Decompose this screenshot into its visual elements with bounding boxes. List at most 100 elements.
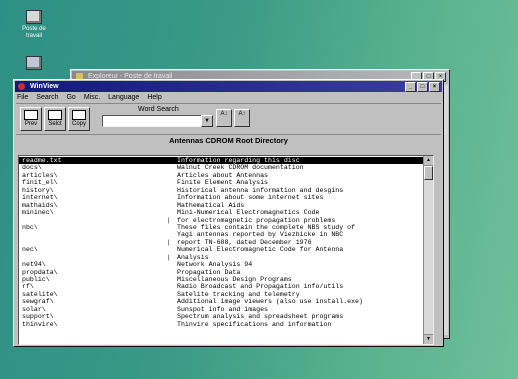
row-filename: support\ [22, 313, 54, 321]
network-icon [26, 56, 42, 70]
row-filename: sewgraf\ [22, 298, 54, 306]
row-filename: solar\ [22, 305, 46, 313]
word-search-dropdown[interactable]: ▼ [201, 115, 213, 127]
copy-button[interactable]: Copy [68, 107, 90, 131]
table-row[interactable]: | report TN-688, dated December 1976 [19, 239, 423, 246]
table-row[interactable]: history\ Historical antenna information a… [19, 187, 423, 194]
list-scrollbar[interactable]: ▲ ▼ [423, 156, 433, 344]
row-description: Mathematical Aids [177, 201, 245, 209]
prev-icon [24, 110, 38, 120]
select-icon [48, 110, 62, 120]
winview-window[interactable]: WinView _ □ × File Search Go Misc. Langu… [13, 79, 444, 347]
row-description: Satelite tracking and telemetry [177, 290, 300, 298]
table-row[interactable]: propdata\ Propagation Data [19, 269, 423, 276]
table-row[interactable]: finit_el\ Finite Element Analysis [19, 179, 423, 186]
row-description: Historical antenna information and desgi… [177, 186, 344, 194]
find-next-button[interactable]: A↓ [216, 109, 232, 127]
maximize-button[interactable]: □ [417, 82, 428, 92]
directory-header: Antennas CDROM Root Directory [169, 136, 288, 145]
menu-go[interactable]: Go [66, 93, 75, 103]
row-filename: public\ [22, 276, 50, 283]
table-row[interactable]: nbc\ These files contain the complete NBS… [19, 224, 423, 231]
select-button[interactable]: Selct [44, 107, 66, 131]
row-description: Additional image viewers (also use insta… [177, 298, 363, 306]
word-search-input[interactable] [102, 115, 202, 127]
row-description: Numerical Electromagnetic Code for Anten… [177, 246, 344, 254]
scroll-thumb[interactable] [424, 166, 433, 180]
select-label: Selct [48, 121, 62, 127]
scroll-up-arrow[interactable]: ▲ [424, 156, 433, 166]
menu-language[interactable]: Language [108, 93, 139, 103]
table-row[interactable]: readme.txt Information regarding this dis… [19, 157, 423, 165]
row-description: Spectrum analysis and spreadsheet progra… [177, 313, 344, 321]
row-description: Propagation Data [177, 268, 241, 276]
table-row[interactable]: docs\ Walnut Creek CDROM documentation [19, 164, 423, 171]
prev-label: Prev [24, 121, 38, 127]
app-icon [18, 82, 25, 90]
table-row[interactable]: | for electromagnetic propagation problem… [19, 217, 423, 224]
row-filename: rf\ [22, 283, 34, 291]
table-row[interactable]: net94\ Network Analysis 94 [19, 261, 423, 268]
table-row[interactable]: | Analysis [19, 254, 423, 261]
row-description: Analysis [177, 253, 209, 261]
row-filename: readme.txt [22, 157, 62, 164]
close-button[interactable]: × [429, 82, 440, 92]
find-prev-button[interactable]: A↑ [234, 109, 250, 127]
row-description: Miscellaneous Design Programs [177, 276, 292, 283]
row-description: Mini-Numerical Electromagnetics Code [177, 209, 320, 217]
table-row[interactable]: mathaids\ Mathematical Aids [19, 202, 423, 209]
row-marker: | [167, 253, 171, 261]
prev-button[interactable]: Prev [20, 107, 42, 131]
menu-search[interactable]: Search [36, 93, 58, 103]
row-description: Thinvire specifications and information [177, 320, 332, 328]
row-description: Network Analysis 94 [177, 261, 253, 269]
toolbar: Prev Selct Copy Word Search ▼ A↓ A↑ [16, 103, 441, 135]
menu-file[interactable]: File [17, 93, 28, 103]
menu-bar: File Search Go Misc. Language Help [14, 93, 443, 103]
table-row[interactable]: public\ Miscellaneous Design Programs [19, 276, 423, 283]
table-row[interactable]: articles\ Articles about Antennas [19, 172, 423, 179]
row-filename: nbc\ [22, 223, 38, 231]
row-filename: internet\ [22, 194, 58, 202]
row-filename: thinvire\ [22, 320, 58, 328]
row-filename: net94\ [22, 261, 46, 269]
computer-icon [26, 10, 42, 24]
table-row[interactable]: mininec\ Mini-Numerical Electromagnetics … [19, 209, 423, 216]
desktop-icon-my-computer[interactable]: Poste de travail [17, 10, 51, 40]
row-marker: | [167, 216, 171, 224]
row-description: Walnut Creek CDROM documentation [177, 164, 304, 172]
row-description: Information about some internet sites [177, 194, 324, 202]
row-description: These files contain the complete NBS stu… [177, 223, 356, 231]
row-filename: satelite\ [22, 290, 58, 298]
row-description: Articles about Antennas [177, 171, 269, 179]
row-filename: mathaids\ [22, 201, 58, 209]
minimize-button[interactable]: _ [405, 82, 416, 92]
row-description: for electromagnetic propagation problems [177, 216, 336, 224]
table-row[interactable]: satelite\ Satelite tracking and telemetry [19, 291, 423, 298]
winview-title-bar[interactable]: WinView _ □ × [15, 81, 442, 92]
table-row[interactable]: support\ Spectrum analysis and spreadshee… [19, 313, 423, 320]
table-row[interactable]: internet\ Information about some internet… [19, 194, 423, 201]
table-row[interactable]: Yagi antennas reported by Viezbicke in N… [19, 231, 423, 238]
row-description: Finite Element Analysis [177, 179, 269, 187]
desktop-icon-network[interactable] [17, 56, 51, 72]
row-description: Sunspot info and images [177, 305, 269, 313]
table-row[interactable]: solar\ Sunspot info and images [19, 306, 423, 313]
row-marker: | [167, 238, 171, 246]
menu-help[interactable]: Help [147, 93, 161, 103]
menu-misc[interactable]: Misc. [84, 93, 100, 103]
table-row[interactable]: nec\ Numerical Electromagnetic Code for A… [19, 246, 423, 253]
row-description: Information regarding this disc [177, 157, 300, 164]
scroll-down-arrow[interactable]: ▼ [424, 334, 433, 344]
table-row[interactable]: thinvire\ Thinvire specifications and inf… [19, 321, 423, 328]
copy-label: Copy [71, 121, 86, 127]
row-filename: docs\ [22, 164, 42, 172]
row-filename: mininec\ [22, 209, 54, 217]
window-title: WinView [29, 83, 59, 90]
table-row[interactable]: rf\ Radio Broadcast and Propagation info/… [19, 283, 423, 290]
row-filename: nec\ [22, 246, 38, 254]
row-description: report TN-688, dated December 1976 [177, 238, 312, 246]
table-row[interactable]: sewgraf\ Additional image viewers (also u… [19, 298, 423, 305]
row-description: Radio Broadcast and Propagation info/uti… [177, 283, 344, 291]
directory-list[interactable]: readme.txt Information regarding this dis… [18, 155, 434, 345]
